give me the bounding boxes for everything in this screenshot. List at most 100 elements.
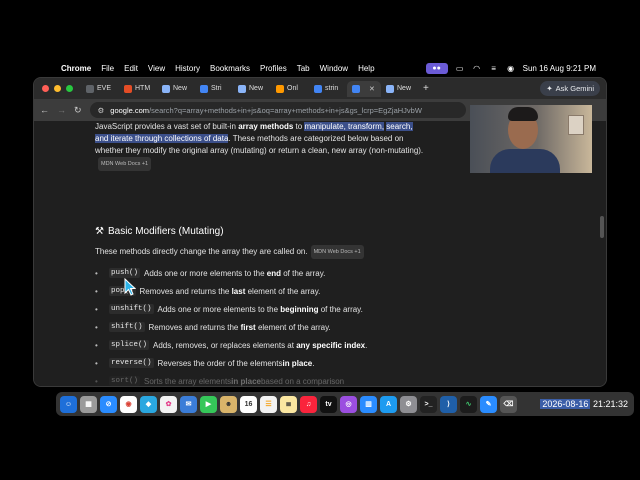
reminders-icon[interactable]: ☰ xyxy=(260,395,277,413)
forward-icon[interactable]: → xyxy=(57,105,66,115)
bullet-text: Removes and returns the xyxy=(139,286,230,296)
tab-label: Stri xyxy=(211,85,222,92)
tv-icon[interactable]: tv xyxy=(320,395,337,413)
control-center-icon[interactable]: ≡ xyxy=(489,64,499,73)
app-store-icon[interactable]: A xyxy=(380,395,397,413)
presenter-hair xyxy=(508,107,538,121)
zoom-window-button[interactable] xyxy=(66,85,73,92)
page-scrollbar[interactable] xyxy=(600,216,604,238)
ask-gemini-label: Ask Gemini xyxy=(555,84,594,93)
source-chip-label: MDN Web Docs +1 xyxy=(101,161,149,167)
list-item: • shift() Removes and returns the first el… xyxy=(95,322,331,332)
mail-icon[interactable]: ✉ xyxy=(180,395,197,413)
macos-menubar: Chrome File Edit View History Bookmarks … xyxy=(33,60,608,77)
webcam-overlay xyxy=(470,105,592,173)
close-window-button[interactable] xyxy=(42,85,49,92)
method-code: shift() xyxy=(109,322,145,332)
source-chip[interactable]: MDN Web Docs +1 xyxy=(98,157,152,171)
tab-5[interactable]: New xyxy=(233,81,271,97)
screen-record-icon[interactable]: ●● xyxy=(425,63,448,74)
menu-view[interactable]: View xyxy=(148,64,165,73)
reload-icon[interactable]: ↻ xyxy=(74,105,82,116)
menu-help[interactable]: Help xyxy=(358,64,374,73)
url-path: /search?q=array+methods+in+js&oq=array+m… xyxy=(149,105,422,115)
menubar-clock[interactable]: Sun 16 Aug 9:21 PM xyxy=(523,64,596,73)
tab-strip: EVE HTM New Stri New Onl strin ✕ New + ✦… xyxy=(34,78,606,99)
tab-1[interactable]: EVE xyxy=(81,81,119,97)
system-settings-icon[interactable]: ⚙ xyxy=(400,395,417,413)
intro-highlight: manipulate, transform, xyxy=(304,122,385,131)
mouse-cursor-icon xyxy=(124,278,136,296)
tab-7[interactable]: strin xyxy=(309,81,347,97)
battery-icon[interactable]: ▭ xyxy=(455,64,465,73)
contacts-icon[interactable]: ☻ xyxy=(220,395,237,413)
xcode-icon[interactable]: ✎ xyxy=(480,395,497,413)
bullet-bold: beginning xyxy=(280,304,319,314)
list-item: • splice() Adds, removes, or replaces elem… xyxy=(95,340,368,350)
menu-history[interactable]: History xyxy=(175,64,200,73)
intro-bold: array methods xyxy=(238,122,294,131)
chrome-icon[interactable]: ◉ xyxy=(120,395,137,413)
finder-icon[interactable]: ☺ xyxy=(60,395,77,413)
tab-favicon-icon xyxy=(86,84,94,93)
menu-edit[interactable]: Edit xyxy=(124,64,138,73)
activity-monitor-icon[interactable]: ∿ xyxy=(460,395,477,413)
safari-icon[interactable]: ⊘ xyxy=(100,395,117,413)
photos-icon[interactable]: ✿ xyxy=(160,395,177,413)
intro-text: to xyxy=(293,122,305,131)
tab-label: New xyxy=(397,85,412,92)
bullet-text: element of the array. xyxy=(247,286,321,296)
presenter-shirt xyxy=(490,149,560,173)
vscode-icon[interactable]: ⟩ xyxy=(440,395,457,413)
tab-active[interactable]: ✕ xyxy=(347,80,381,97)
minimize-window-button[interactable] xyxy=(54,85,61,92)
menu-profiles[interactable]: Profiles xyxy=(260,64,287,73)
podcasts-icon[interactable]: ◎ xyxy=(340,395,357,413)
trash-icon[interactable]: ⌫ xyxy=(500,395,517,413)
bullet-text: . xyxy=(365,340,368,350)
menu-file[interactable]: File xyxy=(101,64,114,73)
calendar-icon[interactable]: 16 xyxy=(240,395,257,413)
tab-label: strin xyxy=(325,85,339,92)
tab-3[interactable]: New xyxy=(157,81,195,97)
bullet-text: based on a comparison xyxy=(260,376,345,386)
bullet-bold: in place xyxy=(282,358,313,368)
music-icon[interactable]: ♫ xyxy=(300,395,317,413)
source-chip[interactable]: MDN Web Docs +1 xyxy=(310,245,364,259)
ask-gemini-button[interactable]: ✦ Ask Gemini xyxy=(540,81,600,96)
siri-icon[interactable]: ◉ xyxy=(506,64,516,73)
bullet-text: of the array. xyxy=(283,268,326,278)
notes-icon[interactable]: ≣ xyxy=(280,395,297,413)
tab-6[interactable]: Onl xyxy=(271,81,309,97)
menu-bookmarks[interactable]: Bookmarks xyxy=(210,64,250,73)
launchpad-icon[interactable]: ▦ xyxy=(80,395,97,413)
terminal-icon[interactable]: >_ xyxy=(420,395,437,413)
back-icon[interactable]: ← xyxy=(40,105,49,115)
new-tab-button[interactable]: + xyxy=(423,83,429,94)
menu-tab[interactable]: Tab xyxy=(297,64,310,73)
bullet-text: Removes and returns the xyxy=(148,322,239,332)
bullet-text: Reverses the order of the elements xyxy=(157,358,283,368)
address-bar[interactable]: ⚙ google.com/search?q=array+methods+in+j… xyxy=(89,102,466,118)
menu-app-name[interactable]: Chrome xyxy=(61,64,91,73)
tab-9[interactable]: New xyxy=(381,81,419,97)
facetime-icon[interactable]: ▶ xyxy=(200,395,217,413)
tab-label: EVE xyxy=(97,85,112,92)
close-tab-icon[interactable]: ✕ xyxy=(369,85,375,93)
macos-dock: ☺ ▦ ⊘ ◉ ◆ ✿ ✉ ▶ ☻ 16 ☰ ≣ ♫ tv ◎ ▥ A ⚙ >_… xyxy=(56,392,634,416)
tab-favicon-icon xyxy=(314,84,322,93)
maps-icon[interactable]: ◆ xyxy=(140,395,157,413)
gemini-icon: ✦ xyxy=(546,84,553,93)
site-info-icon[interactable]: ⚙ xyxy=(98,106,105,115)
menu-window[interactable]: Window xyxy=(320,64,348,73)
keynote-icon[interactable]: ▥ xyxy=(360,395,377,413)
wifi-icon[interactable]: ◠ xyxy=(472,64,482,73)
tab-4[interactable]: Stri xyxy=(195,81,233,97)
methods-list: • push() Adds one or more elements to the … xyxy=(95,264,455,386)
tab-favicon-icon xyxy=(200,84,208,93)
bullet-text: of the array. xyxy=(320,304,363,314)
intro-text: JavaScript provides a vast set of built-… xyxy=(95,122,239,131)
tab-favicon-icon xyxy=(352,84,360,93)
tab-2[interactable]: HTM xyxy=(119,81,157,97)
tab-favicon-icon xyxy=(238,84,246,93)
